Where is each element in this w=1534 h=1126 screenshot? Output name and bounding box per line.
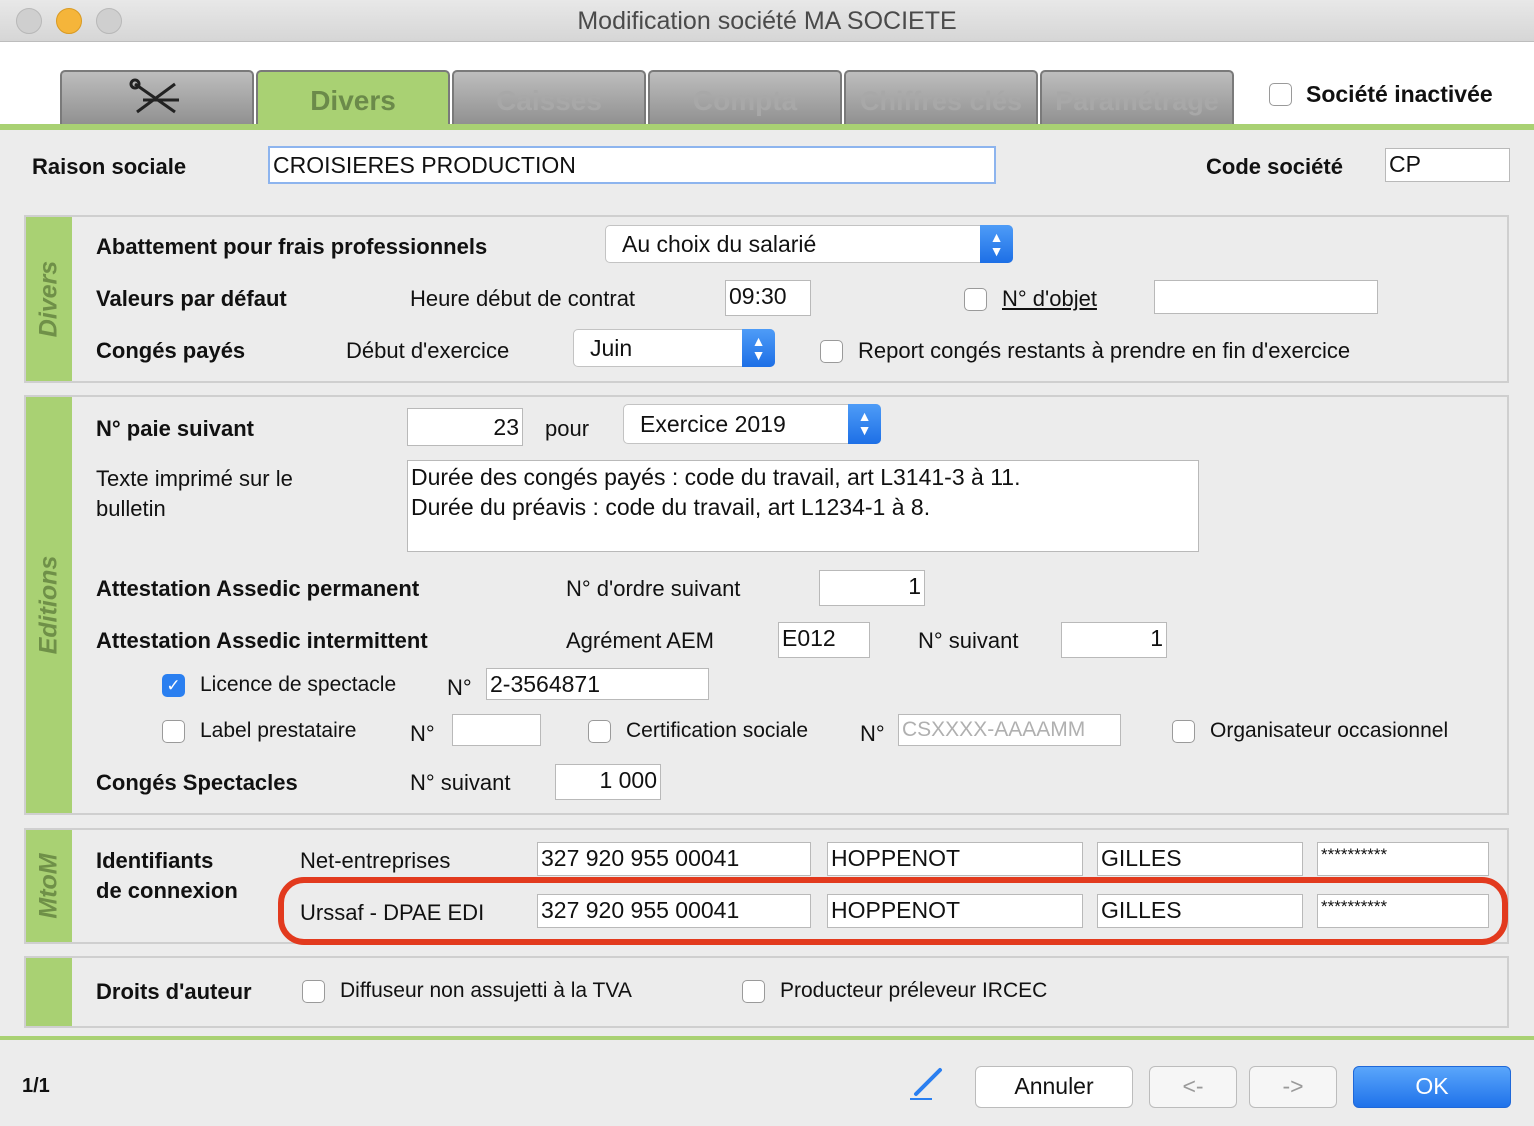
producteur-label: Producteur préleveur IRCEC: [780, 979, 1048, 1002]
net-entreprises-prenom-input[interactable]: GILLES: [1097, 842, 1303, 876]
no-objet-input[interactable]: [1154, 280, 1378, 314]
agrement-aem-label: Agrément AEM: [566, 628, 714, 653]
agrement-aem-input[interactable]: E012: [778, 622, 870, 658]
producteur-checkbox[interactable]: [742, 980, 765, 1003]
debut-exercice-select[interactable]: Juin ▲ ▼: [573, 329, 775, 367]
societe-inactivee-label: Société inactivée: [1306, 81, 1493, 107]
pour-label: pour: [545, 416, 590, 441]
urssaf-row-highlight: [278, 877, 1508, 945]
next-button[interactable]: ->: [1249, 1066, 1337, 1108]
report-conges-label: Report congés restants à prendre en fin …: [858, 338, 1351, 363]
conges-payes-label: Congés payés: [96, 338, 246, 363]
tab-compta[interactable]: Compta: [648, 70, 842, 126]
select-stepper-icon: ▲ ▼: [980, 225, 1013, 263]
abattement-label: Abattement pour frais professionnels: [96, 234, 488, 259]
report-conges-checkbox[interactable]: [820, 340, 843, 363]
tab-underline: [0, 124, 1534, 130]
debut-exercice-label: Début d'exercice: [346, 338, 510, 363]
dialog-window: Modification société MA SOCIETE Divers C…: [0, 0, 1534, 1126]
net-entreprises-siret-input[interactable]: 327 920 955 00041: [537, 842, 811, 876]
paie-suivant-label: N° paie suivant: [96, 416, 254, 441]
certification-sociale-checkbox[interactable]: [588, 720, 611, 743]
organisateur-occasionnel-checkbox[interactable]: [1172, 720, 1195, 743]
code-societe-input[interactable]: CP: [1385, 148, 1510, 182]
valeurs-defaut-label: Valeurs par défaut: [96, 286, 287, 311]
assedic-permanent-label: Attestation Assedic permanent: [96, 576, 420, 601]
no-objet-label[interactable]: N° d'objet: [1002, 286, 1097, 312]
label-prestataire-checkbox[interactable]: [162, 720, 185, 743]
prestataire-no-label: N°: [410, 721, 435, 746]
certification-no-label: N°: [860, 721, 885, 746]
droits-auteur-label: Droits d'auteur: [96, 979, 252, 1004]
previous-button[interactable]: <-: [1149, 1066, 1237, 1108]
tab-tools[interactable]: [60, 70, 254, 126]
identifiants-label-1: Identifiants: [96, 848, 214, 873]
mtom-side-tab: MtoM: [26, 830, 72, 942]
raison-sociale-input[interactable]: CROISIERES PRODUCTION: [268, 146, 996, 184]
tab-parametrage[interactable]: Paramétrage: [1040, 70, 1234, 126]
title-bar: Modification société MA SOCIETE: [0, 0, 1534, 42]
paie-suivant-input[interactable]: 23: [407, 408, 523, 446]
abattement-select[interactable]: Au choix du salarié ▲ ▼: [605, 225, 1013, 263]
certification-sociale-label: Certification sociale: [626, 719, 809, 742]
prestataire-no-input[interactable]: [452, 714, 541, 746]
texte-line-2: Durée du préavis : code du travail, art …: [411, 494, 931, 520]
tab-caisses[interactable]: Caisses: [452, 70, 646, 126]
editions-side-tab: Editions: [26, 397, 72, 813]
select-stepper-icon: ▲ ▼: [848, 404, 881, 444]
diffuseur-checkbox[interactable]: [302, 980, 325, 1003]
licence-no-input[interactable]: 2-3564871: [486, 668, 709, 700]
ordre-suivant-label: N° d'ordre suivant: [566, 576, 741, 601]
record-counter: 1/1: [22, 1075, 50, 1097]
exercice-select[interactable]: Exercice 2019 ▲ ▼: [623, 404, 881, 444]
select-stepper-icon: ▲ ▼: [742, 329, 775, 367]
ordre-suivant-input[interactable]: 1: [819, 570, 925, 606]
net-entreprises-password-input[interactable]: **********: [1317, 842, 1489, 876]
texte-imprime-label-1: Texte imprimé sur le: [96, 466, 293, 491]
editions-group: Editions: [24, 395, 1509, 815]
assedic-intermittent-label: Attestation Assedic intermittent: [96, 628, 428, 653]
texte-imprime-textarea[interactable]: Durée des congés payés : code du travail…: [407, 460, 1199, 552]
pencil-icon[interactable]: [906, 1066, 946, 1107]
licence-spectacle-label: Licence de spectacle: [200, 673, 397, 696]
licence-no-label: N°: [447, 675, 472, 700]
tab-chiffres-cles[interactable]: Chiffres clés: [844, 70, 1038, 126]
conges-spectacles-label: Congés Spectacles: [96, 770, 298, 795]
net-entreprises-nom-input[interactable]: HOPPENOT: [827, 842, 1083, 876]
texte-imprime-label-2: bulletin: [96, 496, 166, 521]
no-suivant-input[interactable]: 1: [1061, 622, 1167, 658]
label-prestataire-label: Label prestataire: [200, 719, 357, 742]
certification-no-input[interactable]: CSXXXX-AAAAMM: [898, 714, 1121, 746]
heure-debut-input[interactable]: 09:30: [725, 280, 811, 316]
divers-side-tab: Divers: [26, 217, 72, 381]
conges-spectacles-suivant-label: N° suivant: [410, 770, 511, 795]
raison-sociale-label: Raison sociale: [32, 154, 187, 179]
window-title: Modification société MA SOCIETE: [577, 7, 957, 35]
diffuseur-label: Diffuseur non assujetti à la TVA: [340, 979, 632, 1002]
no-objet-checkbox[interactable]: [964, 288, 987, 311]
net-entreprises-label: Net-entreprises: [300, 848, 451, 873]
annuler-button[interactable]: Annuler: [975, 1066, 1133, 1108]
ok-button[interactable]: OK: [1353, 1066, 1511, 1108]
texte-line-1: Durée des congés payés : code du travail…: [411, 464, 1021, 490]
conges-spectacles-input[interactable]: 1 000: [555, 764, 661, 800]
droits-side-tab: [26, 958, 72, 1026]
licence-spectacle-checkbox[interactable]: ✓: [162, 674, 185, 697]
tab-divers[interactable]: Divers: [256, 70, 450, 126]
societe-inactivee-checkbox[interactable]: [1269, 83, 1292, 106]
organisateur-occasionnel-label: Organisateur occasionnel: [1210, 719, 1449, 742]
heure-debut-label: Heure début de contrat: [410, 286, 636, 311]
code-societe-label: Code société: [1206, 154, 1343, 179]
no-suivant-label: N° suivant: [918, 628, 1019, 653]
identifiants-label-2: de connexion: [96, 878, 238, 903]
